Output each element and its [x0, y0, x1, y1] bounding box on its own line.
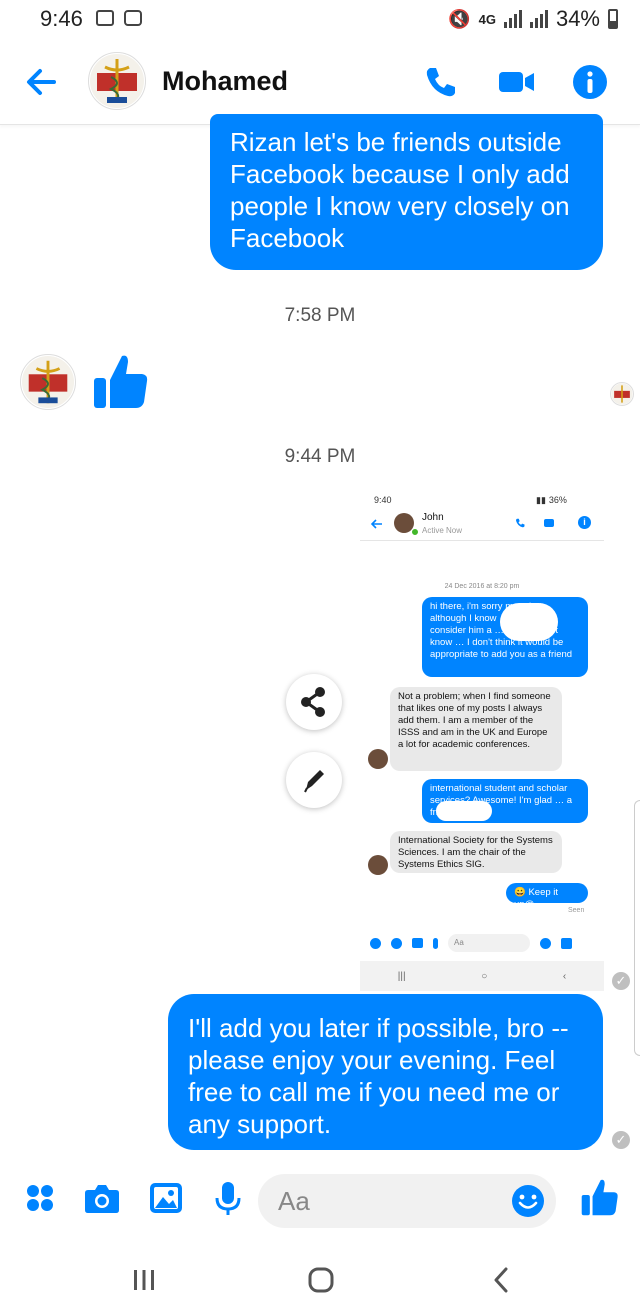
embedded-status-right: ▮▮ 36%: [536, 495, 567, 506]
microphone-icon[interactable]: [208, 1178, 248, 1218]
like-button-icon[interactable]: [580, 1176, 620, 1218]
embedded-incoming-message: Not a problem; when I find someone that …: [390, 687, 562, 771]
embedded-like-icon: [561, 937, 572, 949]
embedded-active-status: Active Now: [422, 526, 463, 535]
recent-apps-icon[interactable]: [130, 1266, 158, 1294]
mute-icon: 🔇: [448, 8, 471, 29]
embedded-home-icon: ○: [481, 970, 488, 982]
embedded-outgoing-message: 😀 Keep it up@: [506, 883, 588, 910]
outgoing-message[interactable]: I'll add you later if possible, bro -- p…: [168, 994, 603, 1150]
status-bar: 9:46 🔇 4G 34%: [0, 0, 640, 40]
embedded-sender-avatar: [368, 855, 388, 875]
embedded-video-icon: [544, 519, 554, 527]
embedded-navbar: ||| ○ ‹: [360, 961, 604, 991]
message-input-placeholder: Aa: [278, 1186, 310, 1216]
embedded-phone-icon: [514, 517, 526, 529]
thumbs-up-icon[interactable]: [92, 350, 150, 412]
message-text: I'll add you later if possible, bro -- p…: [188, 1013, 569, 1139]
outgoing-message[interactable]: Rizan let's be friends outside Facebook …: [210, 114, 603, 270]
system-navigation-bar: [0, 1248, 640, 1315]
notification-icon: [124, 10, 142, 26]
emoji-icon[interactable]: [510, 1183, 546, 1219]
network-label: 4G: [478, 11, 496, 27]
chat-header: Mohamed: [0, 40, 640, 125]
delivered-check-icon: ✓: [612, 1131, 630, 1149]
embedded-recents-icon: |||: [397, 970, 406, 982]
pencil-icon: [304, 770, 324, 793]
more-apps-icon[interactable]: [20, 1178, 60, 1218]
read-receipt-avatar: [610, 382, 634, 406]
embedded-date: 24 Dec 2016 at 8:20 pm: [444, 583, 520, 590]
edit-button[interactable]: [286, 752, 342, 808]
shared-screenshot-image[interactable]: 9:40 ▮▮ 36% John Active Now i 24 Dec 201…: [360, 485, 604, 993]
embedded-back-nav-icon: ‹: [562, 970, 567, 982]
gallery-notification-icon: [96, 10, 114, 26]
embedded-seen-label: Seen: [568, 907, 585, 914]
active-dot: [411, 528, 419, 536]
contact-name[interactable]: Mohamed: [162, 66, 288, 97]
embedded-time: 9:40: [374, 495, 392, 505]
embedded-image-icon: [412, 938, 423, 948]
timestamp: 9:44 PM: [284, 446, 356, 467]
scroll-indicator[interactable]: [634, 800, 640, 1056]
redaction-scribble: [500, 603, 558, 641]
camera-icon[interactable]: [82, 1178, 122, 1218]
signal-icon: [503, 10, 522, 28]
message-input[interactable]: Aa: [258, 1174, 556, 1228]
status-time: 9:46: [40, 6, 83, 31]
message-composer: Aa: [0, 1160, 640, 1240]
embedded-composer: Aa: [360, 928, 604, 958]
embedded-message-text: International Society for the Systems Sc…: [398, 835, 553, 870]
gallery-icon[interactable]: [146, 1178, 186, 1218]
battery-icon: [608, 9, 618, 29]
embedded-back-icon: [370, 519, 382, 529]
embedded-message-text: Not a problem; when I find someone that …: [398, 691, 551, 750]
embedded-mic-icon: [433, 937, 438, 949]
sender-avatar[interactable]: [20, 354, 76, 410]
share-button[interactable]: [286, 674, 342, 730]
embedded-divider: [360, 540, 604, 541]
contact-avatar[interactable]: [88, 52, 146, 110]
back-arrow-icon[interactable]: [22, 62, 62, 102]
redaction-scribble: [436, 801, 492, 821]
battery-percent: 34%: [555, 6, 600, 31]
embedded-incoming-message: International Society for the Systems Sc…: [390, 831, 562, 873]
message-text: Rizan let's be friends outside Facebook …: [230, 127, 570, 253]
system-back-icon[interactable]: [488, 1265, 516, 1295]
caduceus-logo-icon: [21, 355, 75, 409]
embedded-info-icon: i: [578, 516, 591, 529]
video-camera-icon[interactable]: [496, 62, 536, 102]
home-icon[interactable]: [306, 1265, 336, 1295]
embedded-signal-icon: ▮▮: [536, 495, 546, 505]
share-icon: [301, 687, 325, 717]
timestamp: 7:58 PM: [284, 305, 356, 326]
info-icon[interactable]: [570, 62, 610, 102]
embedded-sender-avatar: [368, 749, 388, 769]
caduceus-logo-icon: [611, 383, 633, 405]
embedded-message-text: 😀 Keep it up@: [514, 887, 559, 910]
embedded-input: Aa: [448, 934, 530, 952]
embedded-battery: 36%: [548, 495, 567, 505]
status-right: 🔇 4G 34%: [448, 6, 618, 32]
caduceus-logo-icon: [90, 54, 144, 108]
embedded-add-icon: [370, 937, 381, 949]
signal-icon-2: [529, 10, 548, 28]
embedded-camera-icon: [391, 937, 402, 949]
embedded-name: John: [422, 512, 444, 523]
phone-icon[interactable]: [420, 62, 460, 102]
delivered-check-icon: ✓: [612, 972, 630, 990]
embedded-emoji-icon: [540, 937, 551, 949]
